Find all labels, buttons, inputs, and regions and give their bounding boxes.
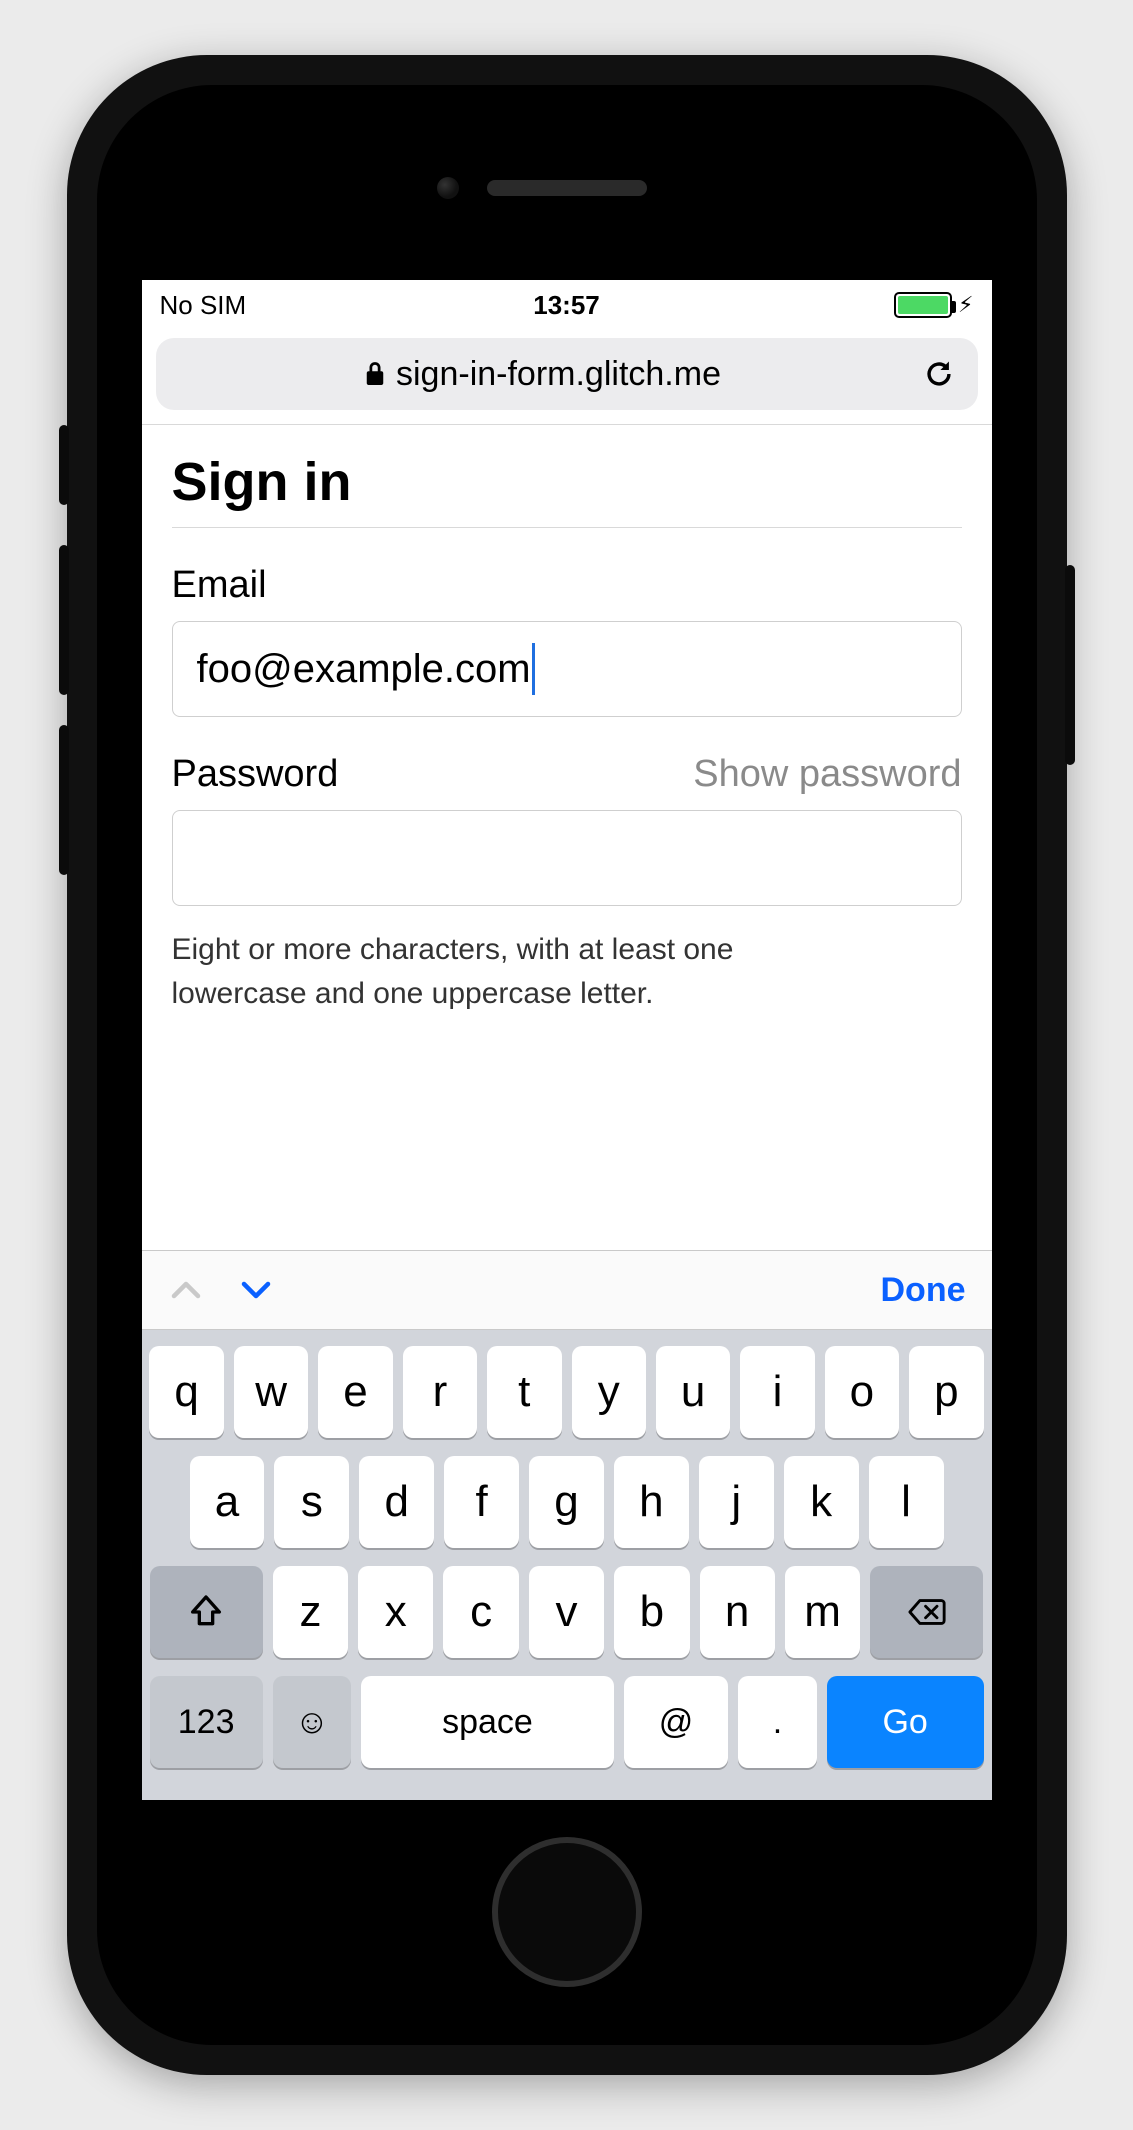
clock: 13:57 [431, 290, 702, 321]
key-r[interactable]: r [403, 1346, 477, 1438]
keyboard-accessory-bar: Done [142, 1250, 992, 1330]
at-key[interactable]: @ [624, 1676, 729, 1768]
key-o[interactable]: o [825, 1346, 899, 1438]
key-v[interactable]: v [529, 1566, 604, 1658]
shift-key[interactable] [150, 1566, 263, 1658]
key-g[interactable]: g [529, 1456, 604, 1548]
key-w[interactable]: w [234, 1346, 308, 1438]
front-camera [437, 177, 459, 199]
key-x[interactable]: x [358, 1566, 433, 1658]
battery-icon [894, 292, 952, 318]
next-field-button[interactable] [238, 1272, 274, 1308]
status-bar: No SIM 13:57 ⚡︎ [142, 280, 992, 330]
key-h[interactable]: h [614, 1456, 689, 1548]
text-caret [532, 643, 535, 695]
reload-icon[interactable] [922, 357, 956, 391]
email-value: foo@example.com [197, 647, 531, 692]
keyboard-done-button[interactable]: Done [881, 1271, 966, 1310]
screen: No SIM 13:57 ⚡︎ sign-in-form.glitch.me [142, 280, 992, 1800]
key-m[interactable]: m [785, 1566, 860, 1658]
on-screen-keyboard: qwertyuiop asdfghjkl zxcvbnm 123 ☺ space… [142, 1330, 992, 1800]
key-k[interactable]: k [784, 1456, 859, 1548]
power-button [1065, 565, 1075, 765]
key-d[interactable]: d [359, 1456, 434, 1548]
key-p[interactable]: p [909, 1346, 983, 1438]
key-z[interactable]: z [273, 1566, 348, 1658]
phone-bezel: No SIM 13:57 ⚡︎ sign-in-form.glitch.me [97, 85, 1037, 2045]
charging-icon: ⚡︎ [958, 292, 973, 318]
go-key[interactable]: Go [827, 1676, 984, 1768]
home-button[interactable] [492, 1837, 642, 1987]
key-q[interactable]: q [149, 1346, 223, 1438]
password-input[interactable] [197, 811, 937, 905]
phone-frame: No SIM 13:57 ⚡︎ sign-in-form.glitch.me [67, 55, 1067, 2075]
key-y[interactable]: y [572, 1346, 646, 1438]
emoji-key[interactable]: ☺ [273, 1676, 351, 1768]
page-title: Sign in [172, 451, 962, 528]
show-password-toggle[interactable]: Show password [693, 753, 961, 796]
numeric-key[interactable]: 123 [150, 1676, 263, 1768]
key-a[interactable]: a [190, 1456, 265, 1548]
key-c[interactable]: c [443, 1566, 518, 1658]
space-key[interactable]: space [361, 1676, 614, 1768]
key-u[interactable]: u [656, 1346, 730, 1438]
key-f[interactable]: f [444, 1456, 519, 1548]
key-j[interactable]: j [699, 1456, 774, 1548]
password-label: Password [172, 753, 339, 796]
dot-key[interactable]: . [738, 1676, 816, 1768]
carrier-label: No SIM [160, 290, 431, 321]
volume-down-button [59, 725, 69, 875]
email-label: Email [172, 564, 962, 607]
page-content: Sign in Email foo@example.com Password S… [142, 425, 992, 1250]
lock-icon [364, 360, 386, 388]
email-field[interactable]: foo@example.com [172, 621, 962, 717]
address-bar[interactable]: sign-in-form.glitch.me [156, 338, 978, 410]
mute-switch [59, 425, 69, 505]
key-e[interactable]: e [318, 1346, 392, 1438]
password-field[interactable] [172, 810, 962, 906]
prev-field-button [168, 1272, 204, 1308]
key-b[interactable]: b [614, 1566, 689, 1658]
key-n[interactable]: n [700, 1566, 775, 1658]
status-right: ⚡︎ [702, 292, 973, 318]
earpiece [487, 180, 647, 196]
browser-toolbar: sign-in-form.glitch.me [142, 330, 992, 425]
key-t[interactable]: t [487, 1346, 561, 1438]
backspace-key[interactable] [870, 1566, 983, 1658]
key-l[interactable]: l [869, 1456, 944, 1548]
key-s[interactable]: s [274, 1456, 349, 1548]
key-i[interactable]: i [740, 1346, 814, 1438]
url-host: sign-in-form.glitch.me [396, 355, 721, 394]
password-hint: Eight or more characters, with at least … [172, 928, 792, 1015]
volume-up-button [59, 545, 69, 695]
